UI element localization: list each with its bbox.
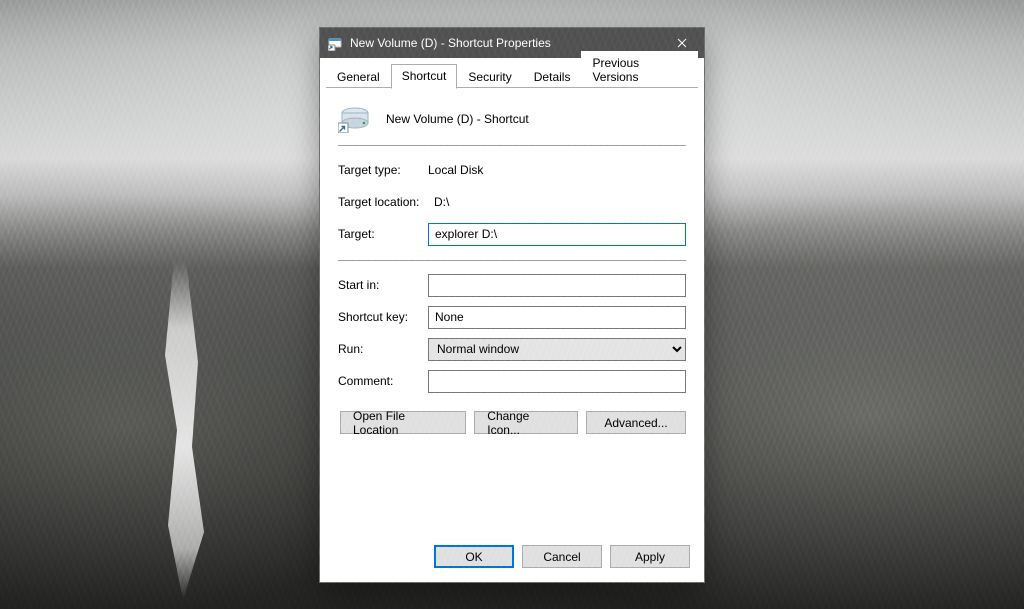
dialog-footer: OK Cancel Apply	[320, 545, 704, 582]
comment-label: Comment:	[338, 374, 428, 388]
row-target: Target:	[338, 220, 686, 248]
run-label: Run:	[338, 342, 428, 356]
row-target-location: Target location: D:\	[338, 188, 686, 216]
shortcut-header: New Volume (D) - Shortcut	[338, 99, 686, 143]
row-target-type: Target type: Local Disk	[338, 156, 686, 184]
target-type-value: Local Disk	[428, 163, 483, 177]
tab-security[interactable]: Security	[457, 65, 522, 89]
row-start-in: Start in:	[338, 271, 686, 299]
window-title: New Volume (D) - Shortcut Properties	[350, 36, 551, 50]
tab-shortcut[interactable]: Shortcut	[391, 64, 458, 89]
tab-underline	[326, 87, 698, 88]
desktop-wallpaper: New Volume (D) - Shortcut Properties Gen…	[0, 0, 1024, 609]
target-location-label: Target location:	[338, 195, 434, 209]
target-type-label: Target type:	[338, 163, 428, 177]
tab-general[interactable]: General	[326, 65, 391, 89]
start-in-input[interactable]	[428, 274, 686, 297]
run-select[interactable]: Normal window	[428, 338, 686, 361]
target-input[interactable]	[428, 223, 686, 246]
dialog-body: New Volume (D) - Shortcut Target type: L…	[320, 89, 704, 545]
separator	[338, 145, 686, 146]
tab-details[interactable]: Details	[523, 65, 582, 89]
change-icon-button[interactable]: Change Icon...	[474, 411, 578, 434]
ok-button[interactable]: OK	[434, 545, 514, 568]
shortcut-name: New Volume (D) - Shortcut	[386, 112, 529, 126]
properties-dialog: New Volume (D) - Shortcut Properties Gen…	[319, 27, 705, 583]
start-in-label: Start in:	[338, 278, 428, 292]
shortcut-key-label: Shortcut key:	[338, 310, 428, 324]
shortcut-key-input[interactable]	[428, 306, 686, 329]
drive-icon	[338, 105, 372, 133]
target-location-value: D:\	[434, 195, 449, 209]
tab-bar: General Shortcut Security Details Previo…	[320, 58, 704, 88]
open-file-location-button[interactable]: Open File Location	[340, 411, 466, 434]
row-shortcut-key: Shortcut key:	[338, 303, 686, 331]
wallpaper-detail	[150, 260, 210, 600]
advanced-button[interactable]: Advanced...	[586, 411, 686, 434]
shortcut-file-icon	[328, 35, 344, 51]
target-label: Target:	[338, 227, 428, 241]
apply-button[interactable]: Apply	[610, 545, 690, 568]
action-button-row: Open File Location Change Icon... Advanc…	[338, 411, 686, 434]
cancel-button[interactable]: Cancel	[522, 545, 602, 568]
row-run: Run: Normal window	[338, 335, 686, 363]
separator	[338, 260, 686, 261]
comment-input[interactable]	[428, 370, 686, 393]
tab-previous-versions[interactable]: Previous Versions	[581, 51, 698, 89]
close-icon	[677, 38, 687, 48]
row-comment: Comment:	[338, 367, 686, 395]
